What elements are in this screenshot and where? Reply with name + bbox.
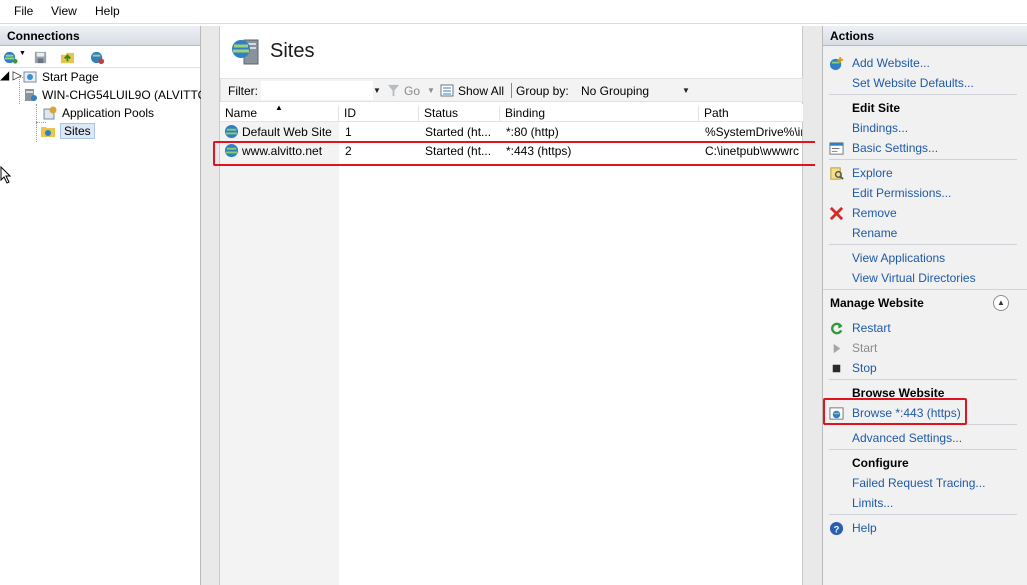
go-dropdown-icon[interactable]: ▼ <box>427 86 435 95</box>
group-by-select[interactable]: No Grouping <box>581 84 649 98</box>
connect-globe-icon[interactable] <box>3 50 18 65</box>
tree-label-application-pools: Application Pools <box>62 106 155 120</box>
filter-bar: Filter: ▼ Go ▼ Show All Group by: No Gro… <box>220 78 803 102</box>
advanced-settings-link[interactable]: Advanced Settings... <box>852 431 962 445</box>
explore-link[interactable]: Explore <box>852 166 893 180</box>
sites-grid: Name ▲ ID Status Binding Path Default We… <box>220 103 803 585</box>
column-header-status[interactable]: Status <box>419 106 500 122</box>
group-by-dropdown-icon[interactable]: ▼ <box>682 86 690 95</box>
remove-link[interactable]: Remove <box>852 206 897 220</box>
view-applications-link[interactable]: View Applications <box>852 251 945 265</box>
restart-link[interactable]: Restart <box>852 321 891 335</box>
menu-help[interactable]: Help <box>95 4 120 18</box>
connections-toolbar: ▼ <box>0 46 200 68</box>
cell-binding: *:80 (http) <box>506 125 559 139</box>
filter-input[interactable] <box>261 81 373 100</box>
highlight-selected-site <box>213 141 817 166</box>
menu-file[interactable]: File <box>14 4 33 18</box>
column-header-path[interactable]: Path <box>699 106 803 122</box>
tree-item-application-pools[interactable]: Application Pools <box>42 104 154 122</box>
sort-ascending-icon: ▲ <box>275 103 283 112</box>
connections-header: Connections <box>0 26 200 46</box>
filter-label: Filter: <box>228 84 258 98</box>
expand-arrow-icon[interactable]: ▷ <box>13 68 22 82</box>
stop-link[interactable]: Stop <box>852 361 877 375</box>
chevron-down-icon[interactable]: ▼ <box>19 50 26 57</box>
start-link[interactable]: Start <box>852 341 877 355</box>
tree-item-server[interactable]: WIN-CHG54LUIL9O (ALVITTO <box>22 86 207 104</box>
website-globe-icon <box>224 124 239 139</box>
sites-globe-server-icon <box>232 39 259 65</box>
help-icon: ? <box>829 521 844 536</box>
stop-square-icon <box>832 364 841 373</box>
tree-item-sites[interactable]: Sites <box>40 122 95 140</box>
cell-path: %SystemDrive%\ir <box>705 125 802 139</box>
add-website-icon <box>829 56 844 71</box>
disconnect-icon[interactable] <box>90 50 105 65</box>
start-page-icon <box>23 71 37 83</box>
sites-page: Sites Filter: ▼ Go ▼ Show All Group by: … <box>219 26 803 585</box>
tree-label-server: WIN-CHG54LUIL9O (ALVITTO <box>42 88 207 102</box>
show-all-button[interactable]: Show All <box>458 84 504 98</box>
manage-website-heading: Manage Website <box>830 296 924 310</box>
explore-icon <box>830 167 844 180</box>
column-header-id[interactable]: ID <box>339 106 419 122</box>
go-funnel-icon[interactable] <box>387 84 400 97</box>
cell-status: Started (ht... <box>425 125 492 139</box>
limits-link[interactable]: Limits... <box>852 496 893 510</box>
bindings-link[interactable]: Bindings... <box>852 121 908 135</box>
restart-icon <box>831 322 843 335</box>
help-link[interactable]: Help <box>852 521 877 535</box>
application-pools-icon <box>43 106 57 120</box>
start-play-icon <box>833 343 841 354</box>
mouse-cursor-icon <box>0 166 12 184</box>
tree-label-start-page: Start Page <box>42 70 99 84</box>
actions-header: Actions <box>823 26 1027 46</box>
failed-request-tracing-link[interactable]: Failed Request Tracing... <box>852 476 985 490</box>
grid-header: Name ▲ ID Status Binding Path <box>220 103 803 122</box>
tree-label-sites: Sites <box>60 123 95 139</box>
sites-folder-icon <box>41 127 55 137</box>
svg-text:?: ? <box>834 524 840 534</box>
save-icon[interactable] <box>33 50 48 65</box>
column-header-name[interactable]: Name ▲ <box>220 103 339 122</box>
cell-id: 1 <box>345 125 352 139</box>
collapse-arrow-icon[interactable]: ◢ <box>0 68 9 82</box>
content-area: Sites Filter: ▼ Go ▼ Show All Group by: … <box>207 26 815 585</box>
connections-pane: Connections ▼ Start Page ◢ WIN-CHG54LUIL… <box>0 26 207 585</box>
menu-view[interactable]: View <box>51 4 77 18</box>
manage-website-header: Manage Website ▲ <box>823 292 1027 314</box>
add-website-link[interactable]: Add Website... <box>852 56 930 70</box>
configure-heading: Configure <box>852 456 909 470</box>
tree-item-start-page[interactable]: Start Page <box>22 68 99 86</box>
rename-link[interactable]: Rename <box>852 226 897 240</box>
edit-permissions-link[interactable]: Edit Permissions... <box>852 186 951 200</box>
page-title: Sites <box>270 40 315 62</box>
table-row[interactable]: Default Web Site 1 Started (ht... *:80 (… <box>220 123 803 142</box>
up-folder-icon[interactable] <box>60 50 75 65</box>
basic-settings-link[interactable]: Basic Settings... <box>852 141 938 155</box>
column-header-binding[interactable]: Binding <box>500 106 699 122</box>
view-virtual-directories-link[interactable]: View Virtual Directories <box>852 271 976 285</box>
filter-dropdown-icon[interactable]: ▼ <box>373 86 381 95</box>
basic-settings-icon <box>829 142 844 155</box>
group-by-label: Group by: <box>516 84 569 98</box>
go-button[interactable]: Go <box>404 84 420 98</box>
show-all-icon[interactable] <box>440 83 456 98</box>
cell-name: Default Web Site <box>242 125 332 139</box>
edit-site-heading: Edit Site <box>852 101 901 115</box>
actions-pane: Actions Add Website... Set Website Defau… <box>822 26 1027 585</box>
collapse-chevron-up-icon[interactable]: ▲ <box>993 295 1009 311</box>
server-icon <box>25 89 37 101</box>
highlight-browse-https <box>823 398 967 425</box>
remove-x-icon <box>829 206 844 221</box>
set-website-defaults-link[interactable]: Set Website Defaults... <box>852 76 974 90</box>
connections-tree: Start Page ◢ WIN-CHG54LUIL9O (ALVITTO Ap… <box>0 68 207 142</box>
menu-bar: File View Help <box>0 0 1027 24</box>
